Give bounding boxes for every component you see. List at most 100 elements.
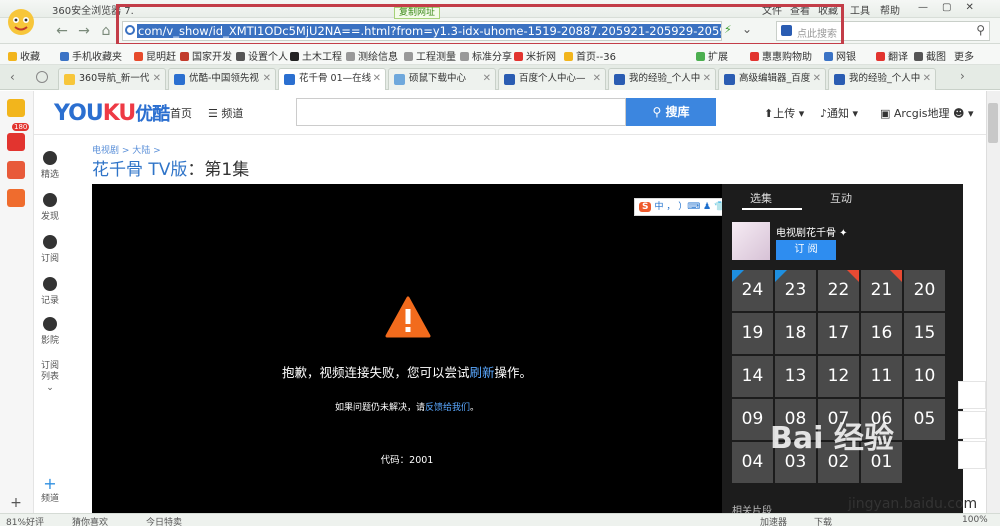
clock-icon	[43, 277, 57, 291]
bookmark-item[interactable]: 昆明赶	[134, 48, 176, 63]
youku-search-input[interactable]	[296, 98, 626, 126]
episode-22[interactable]: 22	[818, 270, 859, 311]
forward-arrow-icon[interactable]: →	[74, 22, 94, 40]
upload-button[interactable]: ⬆上传 ▾	[764, 105, 804, 121]
side-discover[interactable]: 发现	[38, 193, 62, 222]
status-sale[interactable]: 今日特卖	[146, 515, 182, 528]
status-recommend[interactable]: 猜你喜欢	[72, 515, 108, 528]
bookmark-item[interactable]: 截图	[914, 48, 946, 63]
episode-number: 09	[741, 409, 764, 429]
sidebar-mail[interactable]	[4, 161, 28, 181]
bookmark-item[interactable]: 扩展	[696, 48, 728, 63]
bookmark-item[interactable]: 国家开发	[180, 48, 232, 63]
highlight-box	[116, 4, 844, 46]
tab[interactable]: 百度个人中心— ✕	[498, 68, 606, 90]
tab[interactable]: 高级编辑器_百度 ✕	[718, 68, 826, 90]
episode-16[interactable]: 16	[861, 313, 902, 354]
episode-15[interactable]: 15	[904, 313, 945, 354]
nav-channel[interactable]: ☰ 频道	[208, 105, 243, 121]
youku-logo[interactable]: YOUKU优酷	[54, 100, 170, 126]
status-download[interactable]: 下载	[814, 515, 832, 528]
nav-home[interactable]: 首页	[170, 105, 192, 121]
youku-search-button[interactable]: ⚲ 搜库	[626, 98, 716, 126]
episode-18[interactable]: 18	[775, 313, 816, 354]
episode-12[interactable]: 12	[818, 356, 859, 397]
side-sub-list[interactable]: 订阅列表 ⌄	[38, 361, 62, 394]
tab-scroll-right-icon[interactable]: ›	[960, 69, 965, 83]
tab[interactable]: 优酷-中国领先视 ✕	[168, 68, 276, 90]
user-menu[interactable]: ▣ Arcgis地理 ☻ ▾	[880, 105, 974, 121]
video-player[interactable]: 抱歉，视频连接失败，您可以尝试刷新操作。 如果问题仍未解决，请反馈给我们。 代码…	[92, 184, 745, 513]
side-featured[interactable]: 精选	[38, 151, 62, 180]
tab[interactable]: 我的经验_个人中 ✕	[828, 68, 936, 90]
episode-09[interactable]: 09	[732, 399, 773, 440]
tab-episodes[interactable]: 选集	[750, 190, 772, 206]
side-history[interactable]: 记录	[38, 277, 62, 306]
bookmark-item[interactable]: 土木工程	[290, 48, 342, 63]
episode-21[interactable]: 21	[861, 270, 902, 311]
episode-05[interactable]: 05	[904, 399, 945, 440]
bookmark-item[interactable]: 标准分享	[460, 48, 512, 63]
episode-19[interactable]: 19	[732, 313, 773, 354]
tab-active[interactable]: 花千骨 01—在线 ✕	[278, 68, 386, 90]
tab-interact[interactable]: 互动	[830, 190, 852, 206]
bookmark-item[interactable]: 惠惠购物助	[750, 48, 812, 63]
search-icon[interactable]: ⚲	[976, 23, 985, 37]
status-accelerator[interactable]: 加速器	[760, 515, 787, 528]
discount-icon	[7, 189, 25, 207]
subscribe-button[interactable]: 订 阅	[776, 240, 836, 260]
episode-04[interactable]: 04	[732, 442, 773, 483]
bookmark-item[interactable]: 测绘信息	[346, 48, 398, 63]
bookmark-item[interactable]: 首页--36	[564, 48, 616, 63]
side-cinema[interactable]: 影院	[38, 317, 62, 346]
menu-help[interactable]: 帮助	[880, 2, 900, 17]
bookmark-item[interactable]: 翻译	[876, 48, 908, 63]
tab[interactable]: 我的经验_个人中 ✕	[608, 68, 716, 90]
back-arrow-icon[interactable]: ←	[52, 22, 72, 40]
feedback-link[interactable]: 反馈给我们	[425, 403, 470, 413]
headset-icon[interactable]	[958, 441, 986, 469]
bookmark-item[interactable]: 设置个人	[236, 48, 288, 63]
bookmark-item[interactable]: 米折网	[514, 48, 556, 63]
status-zoom[interactable]: 100%	[962, 515, 988, 525]
episode-number: 05	[913, 409, 936, 429]
bookmark-item[interactable]: 网银	[824, 48, 856, 63]
error-hint: 如果问题仍未解决，请反馈给我们。	[334, 403, 480, 413]
notify-button[interactable]: ♪通知 ▾	[820, 105, 858, 121]
window-controls[interactable]: —▢✕	[918, 2, 988, 13]
cart-icon[interactable]	[958, 381, 986, 409]
show-thumbnail[interactable]	[732, 222, 770, 260]
status-rating[interactable]: 81%好评	[6, 515, 44, 528]
tab[interactable]: 360导航_新一代 ✕	[58, 68, 166, 90]
episode-23[interactable]: 23	[775, 270, 816, 311]
episode-10[interactable]: 10	[904, 356, 945, 397]
side-subscribe[interactable]: 订阅	[38, 235, 62, 264]
episode-17[interactable]: 17	[818, 313, 859, 354]
episode-13[interactable]: 13	[775, 356, 816, 397]
sidebar-favorites[interactable]	[4, 99, 28, 119]
tab[interactable]: 硕鼠下载中心 ✕	[388, 68, 496, 90]
tab-scroll-left-icon[interactable]: ‹	[10, 70, 15, 84]
side-add-channel[interactable]: + 频道	[38, 476, 62, 505]
mail-icon	[7, 161, 25, 179]
episode-14[interactable]: 14	[732, 356, 773, 397]
lightbulb-icon[interactable]	[958, 411, 986, 439]
episode-20[interactable]: 20	[904, 270, 945, 311]
bookmark-item[interactable]: 手机收藏夹	[60, 48, 122, 63]
sidebar-weibo[interactable]: 180	[4, 123, 30, 153]
new-tab-icon[interactable]	[36, 71, 48, 83]
episode-24[interactable]: 24	[732, 270, 773, 311]
sidebar-add[interactable]: +	[4, 495, 28, 511]
menu-tools[interactable]: 工具	[850, 2, 870, 17]
sidebar-deals[interactable]	[4, 189, 28, 209]
bookmark-item[interactable]: 更多	[954, 48, 974, 63]
home-icon[interactable]: ⌂	[96, 22, 116, 40]
refresh-link[interactable]: 刷新	[469, 365, 494, 380]
episode-11[interactable]: 11	[861, 356, 902, 397]
show-title-link[interactable]: 花千骨 TV版	[92, 160, 187, 180]
bookmark-item[interactable]: 工程测量	[404, 48, 456, 63]
scrollbar-thumb[interactable]	[988, 103, 998, 143]
status-bar: 81%好评 猜你喜欢 今日特卖 加速器 下载 100%	[0, 513, 1000, 528]
scrollbar[interactable]	[986, 91, 1000, 513]
bookmark-item[interactable]: 收藏	[8, 48, 40, 63]
